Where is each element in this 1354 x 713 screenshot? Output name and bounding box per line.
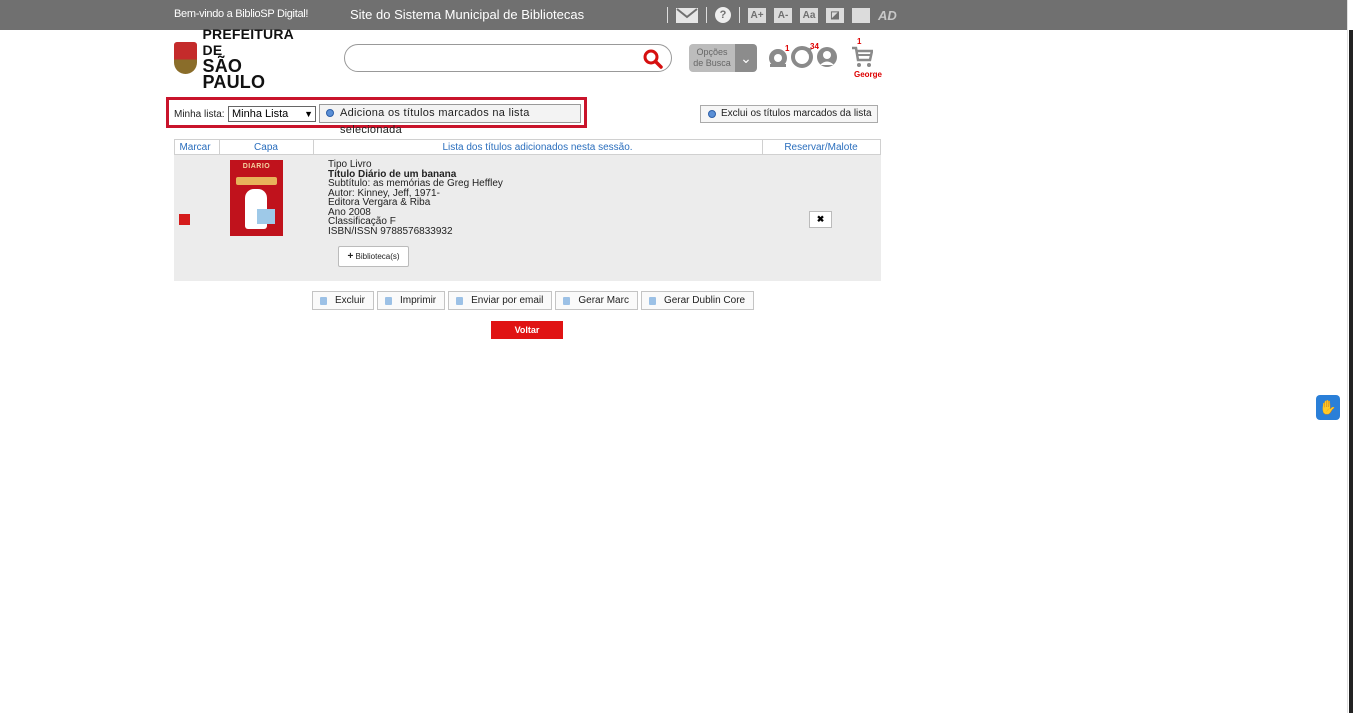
cart-icon[interactable]: [851, 46, 873, 68]
logo-line-1: PREFEITURA DE: [202, 26, 294, 58]
document-icon: [648, 296, 656, 305]
cover-title: DIARIO: [242, 163, 271, 170]
search-icon[interactable]: [643, 49, 663, 69]
mark-checkbox[interactable]: [179, 214, 190, 225]
mail-icon[interactable]: [676, 7, 698, 23]
list-label: Minha lista:: [174, 109, 225, 120]
document-icon: [563, 296, 571, 305]
add-to-list-button[interactable]: Adiciona os títulos marcados na lista se…: [319, 104, 581, 136]
help-icon[interactable]: ?: [715, 7, 731, 23]
header-marcar: Marcar: [179, 142, 211, 153]
font-reset-icon[interactable]: Aa: [800, 7, 818, 23]
divider: [739, 7, 740, 23]
back-button[interactable]: Voltar: [491, 321, 563, 339]
trash-icon: [320, 296, 327, 305]
header-capa: Capa: [254, 142, 278, 153]
divider: [667, 7, 668, 23]
book-cover[interactable]: DIARIO: [230, 160, 283, 236]
user-name[interactable]: George: [854, 70, 882, 79]
audio-description-icon[interactable]: AD: [878, 8, 897, 23]
delete-button[interactable]: Excluir: [312, 291, 375, 310]
table-header: Marcar Capa Lista dos títulos adicionado…: [174, 139, 881, 155]
add-icon: [326, 109, 334, 117]
logo[interactable]: PREFEITURA DE SÃO PAULO: [174, 26, 302, 91]
logo-line-2: SÃO PAULO: [202, 56, 266, 92]
action-bar: Excluir Imprimir Enviar por email Gerar …: [312, 291, 755, 310]
welcome-text: Bem-vindo a BiblioSP Digital!: [174, 8, 309, 20]
crest-icon: [174, 42, 197, 74]
email-button[interactable]: Enviar por email: [448, 291, 553, 310]
dublin-core-button[interactable]: Gerar Dublin Core: [640, 291, 755, 310]
reservations-badge: 1: [785, 44, 790, 53]
chevron-down-icon[interactable]: ⌄: [735, 44, 757, 72]
list-select[interactable]: Minha Lista ▼: [228, 106, 316, 122]
contrast-alt-icon[interactable]: [852, 7, 870, 23]
remove-from-list-button[interactable]: Exclui os títulos marcados da lista: [700, 105, 878, 123]
site-title-link[interactable]: Site do Sistema Municipal de Bibliotecas: [350, 7, 584, 22]
email-icon: [456, 296, 464, 305]
search-input[interactable]: [344, 44, 672, 72]
divider: [706, 7, 707, 23]
sign-language-icon[interactable]: ✋: [1316, 395, 1340, 420]
plus-icon: +: [347, 251, 354, 262]
search-options-button[interactable]: Opções de Busca: [689, 44, 735, 72]
marc-button[interactable]: Gerar Marc: [555, 291, 638, 310]
scrollbar-thumb[interactable]: [1349, 30, 1353, 713]
page-scrollbar[interactable]: [1347, 0, 1354, 713]
accessibility-toolbar: ? A+ A- Aa ◪ AD: [667, 6, 897, 24]
book-details: Tipo Livro Título Diário de um banana Su…: [328, 160, 503, 236]
print-icon: [385, 296, 393, 305]
cart-badge: 1: [857, 37, 862, 46]
font-increase-icon[interactable]: A+: [748, 7, 766, 23]
font-decrease-icon[interactable]: A-: [774, 7, 792, 23]
reserve-button[interactable]: ✖: [809, 211, 832, 228]
header-titles: Lista dos títulos adicionados nesta sess…: [442, 142, 633, 153]
contrast-icon[interactable]: ◪: [826, 7, 844, 23]
chevron-down-icon: ▼: [304, 109, 313, 119]
libraries-button[interactable]: + Biblioteca(s): [338, 246, 409, 267]
header-reservar: Reservar/Malote: [784, 142, 858, 153]
book-isbn: ISBN/ISSN 9788576833932: [328, 225, 453, 237]
print-button[interactable]: Imprimir: [377, 291, 446, 310]
user-icon[interactable]: [816, 46, 838, 68]
remove-icon: [708, 110, 716, 118]
